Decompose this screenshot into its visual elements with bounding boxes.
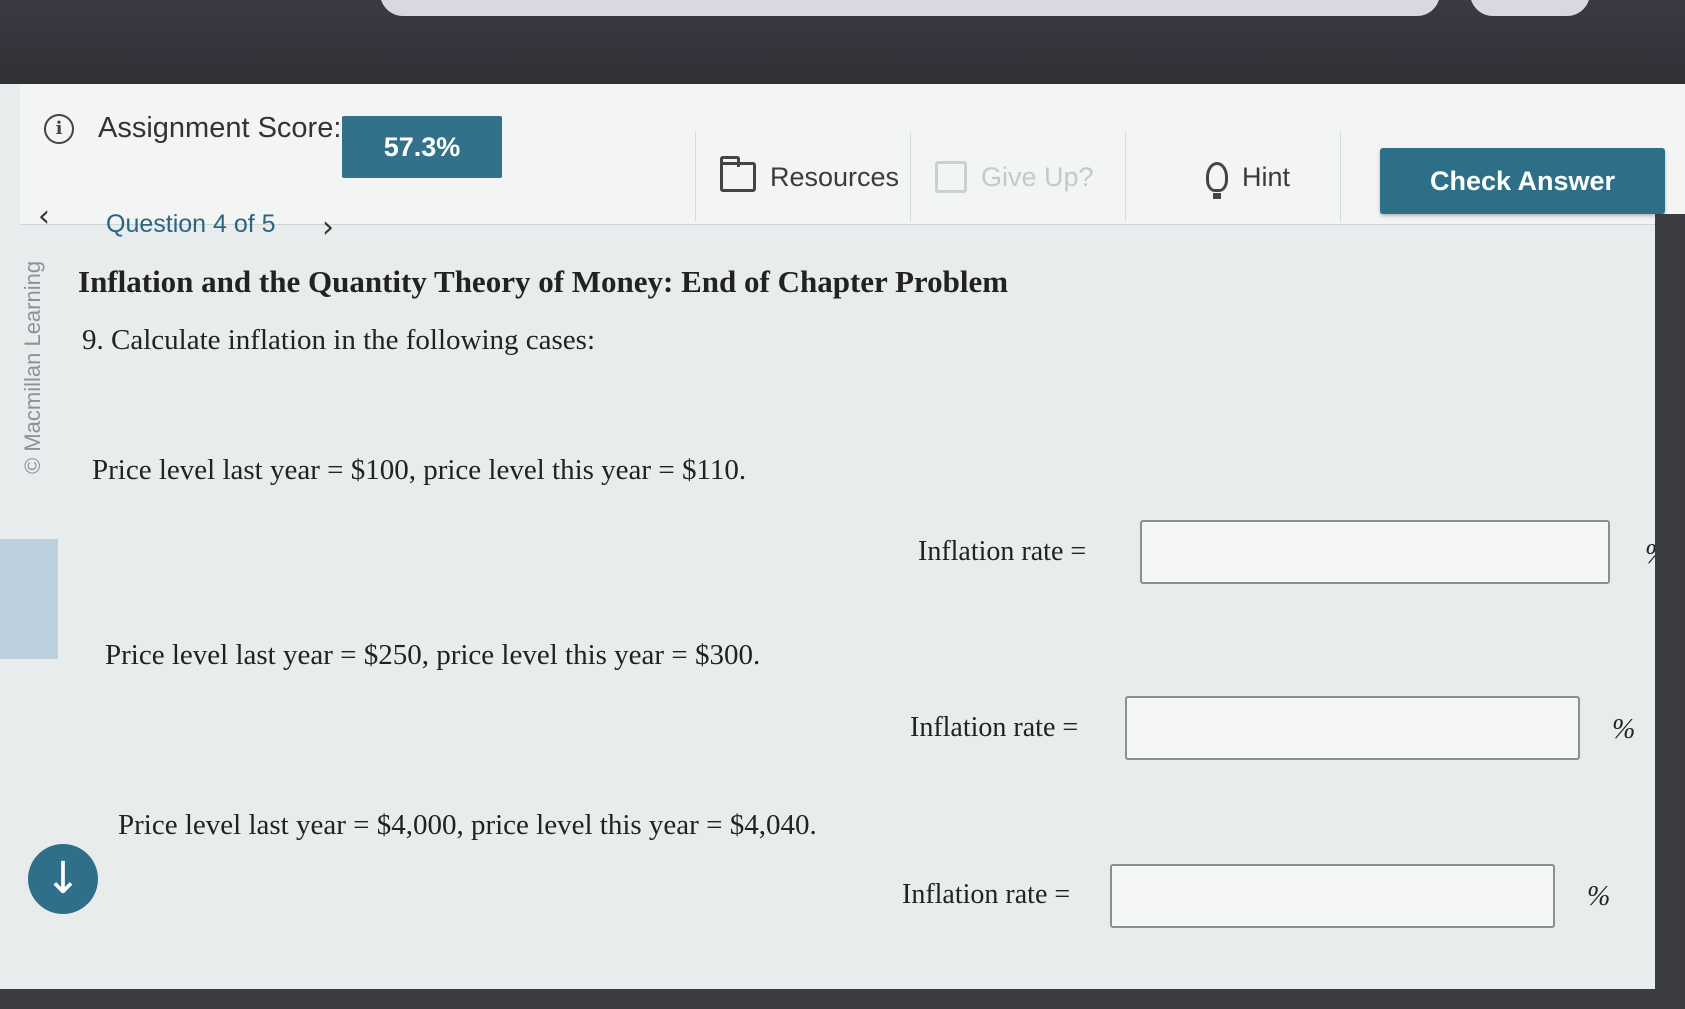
check-answer-button[interactable]: Check Answer	[1380, 148, 1665, 214]
case-1-text: Price level last year = $100, price leve…	[92, 454, 747, 486]
resources-label: Resources	[770, 161, 900, 192]
give-up-icon	[935, 161, 967, 193]
hint-button[interactable]: Hint	[1125, 132, 1340, 222]
case-2-rate-label: Inflation rate =	[910, 712, 1079, 743]
assignment-score-value: 57.3%	[342, 116, 502, 178]
case-3-rate-label: Inflation rate =	[902, 879, 1071, 910]
resources-button[interactable]: Resources	[695, 132, 910, 222]
browser-top-strip	[0, 0, 1685, 86]
assignment-header: i Assignment Score: 57.3% Resources Give…	[20, 84, 1685, 225]
info-icon[interactable]: i	[44, 114, 74, 144]
case-3-text: Price level last year = $4,000, price le…	[118, 809, 817, 841]
folder-icon	[720, 156, 756, 192]
case-2-percent-unit: %	[1612, 714, 1636, 745]
problem-title: Inflation and the Quantity Theory of Mon…	[78, 264, 1009, 299]
case-1-inflation-input[interactable]	[1140, 520, 1610, 584]
case-1-rate-label: Inflation rate =	[918, 536, 1087, 567]
arrow-down-icon[interactable]: ↓	[28, 844, 98, 914]
bottom-bar	[0, 989, 1685, 1009]
lightbulb-icon	[1206, 162, 1228, 199]
problem-prompt: 9. Calculate inflation in the following …	[82, 324, 596, 356]
screen-edge	[1655, 214, 1685, 1004]
case-3-percent-unit: %	[1587, 881, 1611, 912]
assignment-score-label: Assignment Score:	[98, 112, 342, 144]
give-up-label: Give Up?	[981, 161, 1094, 192]
browser-tab-shape	[380, 0, 1440, 16]
case-2-inflation-input[interactable]	[1125, 696, 1580, 760]
side-panel-tab[interactable]	[0, 539, 58, 659]
hint-label: Hint	[1242, 161, 1291, 192]
assignment-screen: i Assignment Score: 57.3% Resources Give…	[0, 84, 1685, 1009]
toolbar-divider	[1340, 132, 1370, 222]
question-counter: Question 4 of 5	[106, 210, 276, 238]
case-2-text: Price level last year = $250, price leve…	[105, 639, 761, 671]
case-3-inflation-input[interactable]	[1110, 864, 1555, 928]
give-up-button: Give Up?	[910, 132, 1125, 222]
chevron-right-icon[interactable]: ›	[322, 210, 334, 245]
browser-tab-shape	[1470, 0, 1590, 16]
macmillan-watermark: © Macmillan Learning	[20, 260, 45, 474]
